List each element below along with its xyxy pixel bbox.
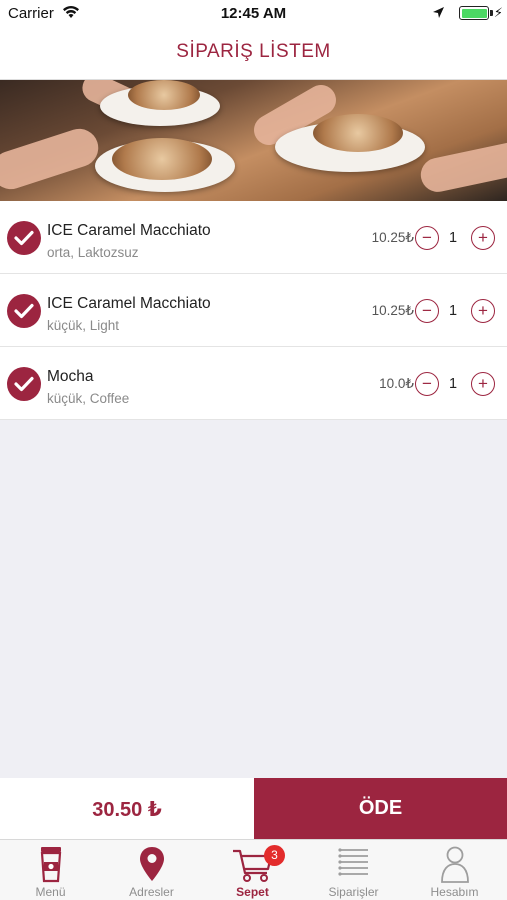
tab-bar: Menü Adresler 3 Sepet Siparişler Hesabım bbox=[0, 839, 507, 900]
tab-menu[interactable]: Menü bbox=[0, 840, 101, 900]
tab-cart[interactable]: 3 Sepet bbox=[202, 840, 303, 900]
increase-quantity-button[interactable]: + bbox=[471, 226, 495, 250]
tab-label: Sepet bbox=[236, 885, 269, 899]
item-quantity: 1 bbox=[448, 376, 458, 392]
order-list: ICE Caramel Macchiato orta, Laktozsuz 10… bbox=[0, 201, 507, 420]
page-title: SİPARİŞ LİSTEM bbox=[176, 41, 331, 62]
item-price: 10.0₺ bbox=[379, 376, 414, 391]
location-arrow-icon bbox=[432, 6, 445, 24]
coffee-cup bbox=[112, 138, 212, 180]
item-price: 10.25₺ bbox=[371, 303, 414, 318]
increase-quantity-button[interactable]: + bbox=[471, 372, 495, 396]
item-quantity: 1 bbox=[448, 230, 458, 246]
navigation-bar: SİPARİŞ LİSTEM bbox=[0, 28, 507, 80]
checkmark-icon[interactable] bbox=[7, 221, 41, 255]
cart-icon bbox=[202, 845, 303, 883]
checkmark-icon[interactable] bbox=[7, 294, 41, 328]
hand-shape bbox=[417, 138, 507, 196]
charging-bolt-icon: ⚡ bbox=[493, 5, 503, 20]
tab-orders[interactable]: Siparişler bbox=[303, 840, 404, 900]
order-total: 30.50 ₺ bbox=[92, 799, 162, 821]
decrease-quantity-button[interactable]: − bbox=[415, 299, 439, 323]
item-quantity: 1 bbox=[448, 303, 458, 319]
battery-tip bbox=[490, 10, 493, 16]
tab-label: Siparişler bbox=[328, 885, 379, 899]
order-item: ICE Caramel Macchiato orta, Laktozsuz 10… bbox=[0, 201, 507, 274]
coffee-cup-icon bbox=[0, 845, 101, 883]
tab-label: Adresler bbox=[129, 885, 174, 899]
order-item: ICE Caramel Macchiato küçük, Light 10.25… bbox=[0, 274, 507, 347]
decrease-quantity-button[interactable]: − bbox=[415, 372, 439, 396]
pay-button[interactable]: ÖDE bbox=[254, 778, 507, 839]
status-bar: Carrier 12:45 AM ⚡ bbox=[0, 0, 507, 28]
item-options: küçük, Coffee bbox=[47, 391, 130, 406]
item-price: 10.25₺ bbox=[371, 230, 414, 245]
item-options: küçük, Light bbox=[47, 318, 120, 333]
clock: 12:45 AM bbox=[220, 5, 287, 22]
coffee-cup bbox=[313, 114, 403, 152]
battery-icon bbox=[459, 6, 489, 20]
tab-label: Hesabım bbox=[430, 885, 479, 899]
cart-count-badge: 3 bbox=[264, 845, 285, 866]
hand-shape bbox=[0, 123, 104, 195]
decrease-quantity-button[interactable]: − bbox=[415, 226, 439, 250]
item-options: orta, Laktozsuz bbox=[47, 245, 139, 260]
list-icon bbox=[303, 845, 404, 883]
item-name: ICE Caramel Macchiato bbox=[47, 295, 211, 312]
order-item: Mocha küçük, Coffee 10.0₺ − 1 + bbox=[0, 347, 507, 420]
increase-quantity-button[interactable]: + bbox=[471, 299, 495, 323]
hero-image-coffee bbox=[0, 80, 507, 201]
tab-label: Menü bbox=[35, 885, 66, 899]
item-name: Mocha bbox=[47, 368, 94, 385]
map-pin-icon bbox=[101, 845, 202, 883]
tab-addresses[interactable]: Adresler bbox=[101, 840, 202, 900]
user-icon bbox=[404, 845, 505, 883]
coffee-cup bbox=[128, 80, 200, 110]
tab-account[interactable]: Hesabım bbox=[404, 840, 505, 900]
checkmark-icon[interactable] bbox=[7, 367, 41, 401]
item-name: ICE Caramel Macchiato bbox=[47, 222, 211, 239]
checkout-bar: 30.50 ₺ ÖDE bbox=[0, 778, 507, 839]
